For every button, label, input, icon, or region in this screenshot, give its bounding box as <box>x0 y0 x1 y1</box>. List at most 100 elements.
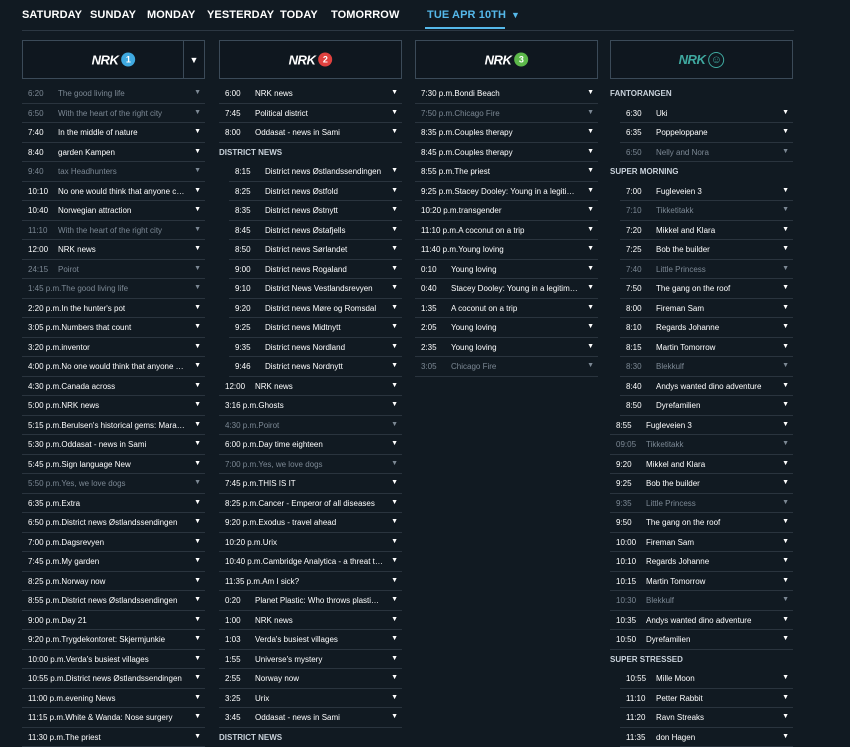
chevron-down-icon[interactable]: ▼ <box>391 226 398 233</box>
program-row[interactable]: 6:20The good living life▼ <box>22 84 205 104</box>
program-row[interactable]: 8:45 p.m.Couples therapy▼ <box>415 143 598 163</box>
day-sunday[interactable]: SUNDAY <box>90 9 136 21</box>
chevron-down-icon[interactable]: ▼ <box>782 284 789 291</box>
program-row[interactable]: 4:30 p.m.Canada across▼ <box>22 377 205 397</box>
program-row[interactable]: 7:40Little Princess▼ <box>620 260 793 280</box>
program-row[interactable]: 9:50The gang on the roof▼ <box>610 513 793 533</box>
chevron-down-icon[interactable]: ▼ <box>782 226 789 233</box>
chevron-down-icon[interactable]: ▼ <box>391 616 398 623</box>
program-row[interactable]: 7:30 p.m.Bondi Beach▼ <box>415 84 598 104</box>
program-row[interactable]: 2:20 p.m.In the hunter's pot▼ <box>22 299 205 319</box>
chevron-down-icon[interactable]: ▼ <box>782 733 789 740</box>
chevron-down-icon[interactable]: ▼ <box>194 245 201 252</box>
program-row[interactable]: 1:00NRK news▼ <box>219 611 402 631</box>
program-row[interactable]: 8:15Martin Tomorrow▼ <box>620 338 793 358</box>
chevron-down-icon[interactable]: ▼ <box>587 226 594 233</box>
chevron-down-icon[interactable]: ▼ <box>391 440 398 447</box>
chevron-down-icon[interactable]: ▼ <box>194 460 201 467</box>
chevron-down-icon[interactable]: ▼ <box>194 167 201 174</box>
chevron-down-icon[interactable]: ▼ <box>782 499 789 506</box>
chevron-down-icon[interactable]: ▼ <box>194 538 201 545</box>
program-row[interactable]: 7:00Fugleveien 3▼ <box>620 182 793 202</box>
channel-header[interactable]: NRK1▼ <box>22 40 205 79</box>
program-row[interactable]: 9:20 p.m.Exodus - travel ahead▼ <box>219 513 402 533</box>
day-yesterday[interactable]: YESTERDAY <box>207 9 274 21</box>
chevron-down-icon[interactable]: ▼ <box>391 206 398 213</box>
day-today[interactable]: TODAY <box>280 9 318 21</box>
program-row[interactable]: 8:35 p.m.Couples therapy▼ <box>415 123 598 143</box>
program-row[interactable]: 2:55Norway now▼ <box>219 669 402 689</box>
chevron-down-icon[interactable]: ▼ <box>194 226 201 233</box>
program-row[interactable]: 4:00 p.m.No one would think that anyone … <box>22 357 205 377</box>
chevron-down-icon[interactable]: ▼ <box>782 674 789 681</box>
chevron-down-icon[interactable]: ▼ <box>391 460 398 467</box>
program-row[interactable]: 10:00Fireman Sam▼ <box>610 533 793 553</box>
chevron-down-icon[interactable]: ▼ <box>391 713 398 720</box>
chevron-down-icon[interactable]: ▼ <box>194 382 201 389</box>
program-row[interactable]: 7:40In the middle of nature▼ <box>22 123 205 143</box>
program-row[interactable]: 9:25District news Midtnytt▼ <box>229 318 402 338</box>
program-row[interactable]: 11:10With the heart of the right city▼ <box>22 221 205 241</box>
chevron-down-icon[interactable]: ▼ <box>194 206 201 213</box>
program-row[interactable]: 1:55Universe's mystery▼ <box>219 650 402 670</box>
program-row[interactable]: 1:45 p.m.The good living life▼ <box>22 279 205 299</box>
chevron-down-icon[interactable]: ▼ <box>194 596 201 603</box>
chevron-down-icon[interactable]: ▼ <box>391 89 398 96</box>
chevron-down-icon[interactable]: ▼ <box>587 187 594 194</box>
program-row[interactable]: 5:00 p.m.NRK news▼ <box>22 396 205 416</box>
chevron-down-icon[interactable]: ▼ <box>587 109 594 116</box>
chevron-down-icon[interactable]: ▼ <box>391 323 398 330</box>
program-row[interactable]: 7:20Mikkel and Klara▼ <box>620 221 793 241</box>
chevron-down-icon[interactable]: ▼ <box>391 401 398 408</box>
program-row[interactable]: 9:10District News Vestlandsrevyen▼ <box>229 279 402 299</box>
program-row[interactable]: 3:05Chicago Fire▼ <box>415 357 598 377</box>
program-row[interactable]: 10:15Martin Tomorrow▼ <box>610 572 793 592</box>
program-row[interactable]: 2:05Young loving▼ <box>415 318 598 338</box>
program-row[interactable]: 24:15Poirot▼ <box>22 260 205 280</box>
chevron-down-icon[interactable]: ▼ <box>391 245 398 252</box>
program-row[interactable]: 10:40 p.m.Cambridge Analytica - a threat… <box>219 552 402 572</box>
chevron-down-icon[interactable]: ▼ <box>391 187 398 194</box>
chevron-down-icon[interactable]: ▼ <box>194 362 201 369</box>
program-row[interactable]: 6:50 p.m.District news Østlandssendingen… <box>22 513 205 533</box>
program-row[interactable]: 9:35Little Princess▼ <box>610 494 793 514</box>
chevron-down-icon[interactable]: ▼ <box>587 343 594 350</box>
chevron-down-icon[interactable]: ▼ <box>391 304 398 311</box>
program-row[interactable]: 7:00 p.m.Dagsrevyen▼ <box>22 533 205 553</box>
chevron-down-icon[interactable]: ▼ <box>782 635 789 642</box>
program-row[interactable]: 10:50Dyrefamilien▼ <box>610 630 793 650</box>
program-row[interactable]: 6:50Nelly and Nora▼ <box>620 143 793 163</box>
program-row[interactable]: 0:40Stacey Dooley: Young in a legitimat.… <box>415 279 598 299</box>
program-row[interactable]: 10:30Blekkulf▼ <box>610 591 793 611</box>
chevron-down-icon[interactable]: ▼ <box>391 167 398 174</box>
chevron-down-icon[interactable]: ▼ <box>587 167 594 174</box>
chevron-down-icon[interactable]: ▼ <box>391 557 398 564</box>
program-row[interactable]: 8:40Andys wanted dino adventure▼ <box>620 377 793 397</box>
chevron-down-icon[interactable]: ▼ <box>194 323 201 330</box>
chevron-down-icon[interactable]: ▼ <box>782 577 789 584</box>
program-row[interactable]: 9:25Bob the builder▼ <box>610 474 793 494</box>
chevron-down-icon[interactable]: ▼ <box>782 440 789 447</box>
program-row[interactable]: 5:15 p.m.Berulsen's historical gems: Mar… <box>22 416 205 436</box>
program-row[interactable]: 8:50District news Sørlandet▼ <box>229 240 402 260</box>
program-row[interactable]: 8:10Regards Johanne▼ <box>620 318 793 338</box>
chevron-down-icon[interactable]: ▼ <box>194 304 201 311</box>
chevron-down-icon[interactable]: ▼ <box>391 421 398 428</box>
chevron-down-icon[interactable]: ▼ <box>587 206 594 213</box>
chevron-down-icon[interactable]: ▼ <box>391 518 398 525</box>
program-row[interactable]: 10:55Mille Moon▼ <box>620 669 793 689</box>
program-row[interactable]: 11:40 p.m.Young loving▼ <box>415 240 598 260</box>
program-row[interactable]: 8:45District news Østafjells▼ <box>229 221 402 241</box>
program-row[interactable]: 8:30Blekkulf▼ <box>620 357 793 377</box>
chevron-down-icon[interactable]: ▼ <box>194 401 201 408</box>
program-row[interactable]: 11:35 p.m.Am I sick?▼ <box>219 572 402 592</box>
chevron-down-icon[interactable]: ▼ <box>587 284 594 291</box>
program-row[interactable]: 3:45Oddasat - news in Sami▼ <box>219 708 402 728</box>
day-monday[interactable]: MONDAY <box>147 9 195 21</box>
program-row[interactable]: 8:00Fireman Sam▼ <box>620 299 793 319</box>
program-row[interactable]: 3:05 p.m.Numbers that count▼ <box>22 318 205 338</box>
channel-header[interactable]: NRK3 <box>415 40 598 79</box>
chevron-down-icon[interactable]: ▼ <box>391 362 398 369</box>
program-row[interactable]: 8:40garden Kampen▼ <box>22 143 205 163</box>
chevron-down-icon[interactable]: ▼ <box>782 421 789 428</box>
